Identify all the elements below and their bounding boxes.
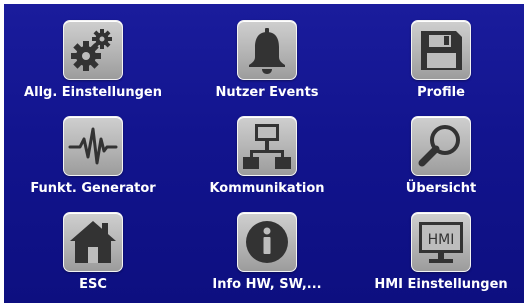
- esc-button[interactable]: [63, 212, 123, 272]
- menu-item-info[interactable]: Info HW, SW,...: [182, 200, 352, 296]
- info-button[interactable]: [237, 212, 297, 272]
- hmi-icon-text: HMI: [428, 232, 455, 248]
- overview-label: Übersicht: [405, 181, 477, 196]
- user-events-button[interactable]: [237, 20, 297, 80]
- general-settings-label: Allg. Einstellungen: [24, 85, 162, 100]
- magnifier-icon: [418, 125, 460, 167]
- hmi-monitor-icon: HMI: [419, 222, 463, 263]
- network-icon: [243, 124, 291, 169]
- menu-item-communication[interactable]: Kommunikation: [182, 104, 352, 200]
- menu-item-esc[interactable]: ESC: [8, 200, 178, 296]
- communication-button[interactable]: [237, 116, 297, 176]
- profiles-button[interactable]: [411, 20, 471, 80]
- esc-label: ESC: [79, 277, 107, 292]
- gears-icon: [71, 29, 112, 71]
- hmi-settings-button[interactable]: HMI: [411, 212, 471, 272]
- menu-item-function-generator[interactable]: Funkt. Generator: [8, 104, 178, 200]
- function-generator-button[interactable]: [63, 116, 123, 176]
- communication-label: Kommunikation: [209, 181, 325, 196]
- hmi-menu-screen: Allg. Einstellungen Nutzer Events Profil…: [0, 0, 528, 307]
- user-events-label: Nutzer Events: [215, 85, 319, 100]
- home-icon: [70, 221, 116, 263]
- menu-item-general-settings[interactable]: Allg. Einstellungen: [8, 8, 178, 104]
- menu-item-user-events[interactable]: Nutzer Events: [182, 8, 352, 104]
- general-settings-button[interactable]: [63, 20, 123, 80]
- menu-item-hmi-settings[interactable]: HMI HMI Einstellungen: [356, 200, 526, 296]
- menu-item-overview[interactable]: Übersicht: [356, 104, 526, 200]
- info-icon: [246, 221, 288, 263]
- hmi-settings-label: HMI Einstellungen: [374, 277, 508, 292]
- info-label: Info HW, SW,...: [212, 277, 322, 292]
- function-generator-label: Funkt. Generator: [30, 181, 156, 196]
- menu-item-profiles[interactable]: Profile: [356, 8, 526, 104]
- waveform-icon: [68, 127, 118, 165]
- overview-button[interactable]: [411, 116, 471, 176]
- profiles-label: Profile: [417, 85, 465, 100]
- bell-icon: [249, 28, 285, 74]
- floppy-disk-icon: [421, 31, 462, 70]
